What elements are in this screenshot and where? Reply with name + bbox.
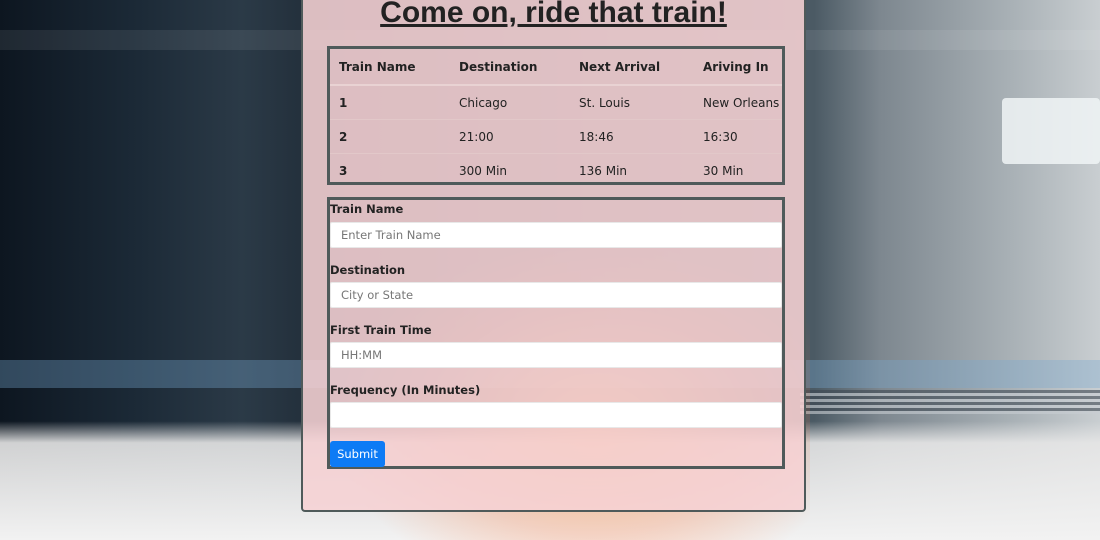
train-name-label: Train Name <box>330 202 404 216</box>
table-header-row: Train Name Destination Next Arrival Ariv… <box>330 49 782 86</box>
table-cell: 3 <box>330 153 450 187</box>
table-cell: St. Louis <box>570 84 694 120</box>
frequency-label: Frequency (In Minutes) <box>330 383 481 397</box>
table-row: 2 21:00 18:46 16:30 <box>330 119 782 154</box>
table-cell: 21:00 <box>450 119 570 154</box>
column-header-train-name: Train Name <box>330 49 450 86</box>
first-train-time-input[interactable] <box>330 342 782 368</box>
page-title: Come on, ride that train! <box>380 0 727 29</box>
table-cell: 16:30 <box>694 119 782 154</box>
first-train-time-label: First Train Time <box>330 323 432 337</box>
background-stripe <box>800 390 1100 414</box>
column-header-next-arrival: Next Arrival <box>570 49 694 86</box>
table-row: 1 Chicago St. Louis New Orleans <box>330 84 782 120</box>
table-cell: 30 Min <box>694 153 782 187</box>
table-cell: 300 Min <box>450 153 570 187</box>
submit-button[interactable]: Submit <box>330 441 385 467</box>
column-header-destination: Destination <box>450 49 570 86</box>
background-train-window <box>1002 98 1100 164</box>
column-header-arriving-in: Ariving In <box>694 49 782 86</box>
destination-label: Destination <box>330 263 406 277</box>
table-cell: New Orleans <box>694 84 782 120</box>
table-cell: 1 <box>330 84 450 120</box>
frequency-input[interactable] <box>330 402 782 428</box>
train-name-input[interactable] <box>330 222 782 248</box>
table-row: 3 300 Min 136 Min 30 Min <box>330 153 782 187</box>
destination-input[interactable] <box>330 282 782 308</box>
main-panel: Come on, ride that train! Train Name Des… <box>301 0 806 512</box>
schedule-table: Train Name Destination Next Arrival Ariv… <box>330 49 782 187</box>
table-cell: 18:46 <box>570 119 694 154</box>
schedule-table-container: Train Name Destination Next Arrival Ariv… <box>327 46 785 187</box>
table-cell: 2 <box>330 119 450 154</box>
table-cell: Chicago <box>450 84 570 120</box>
add-train-form: Train Name Destination First Train Time … <box>327 197 785 469</box>
table-cell: 136 Min <box>570 153 694 187</box>
